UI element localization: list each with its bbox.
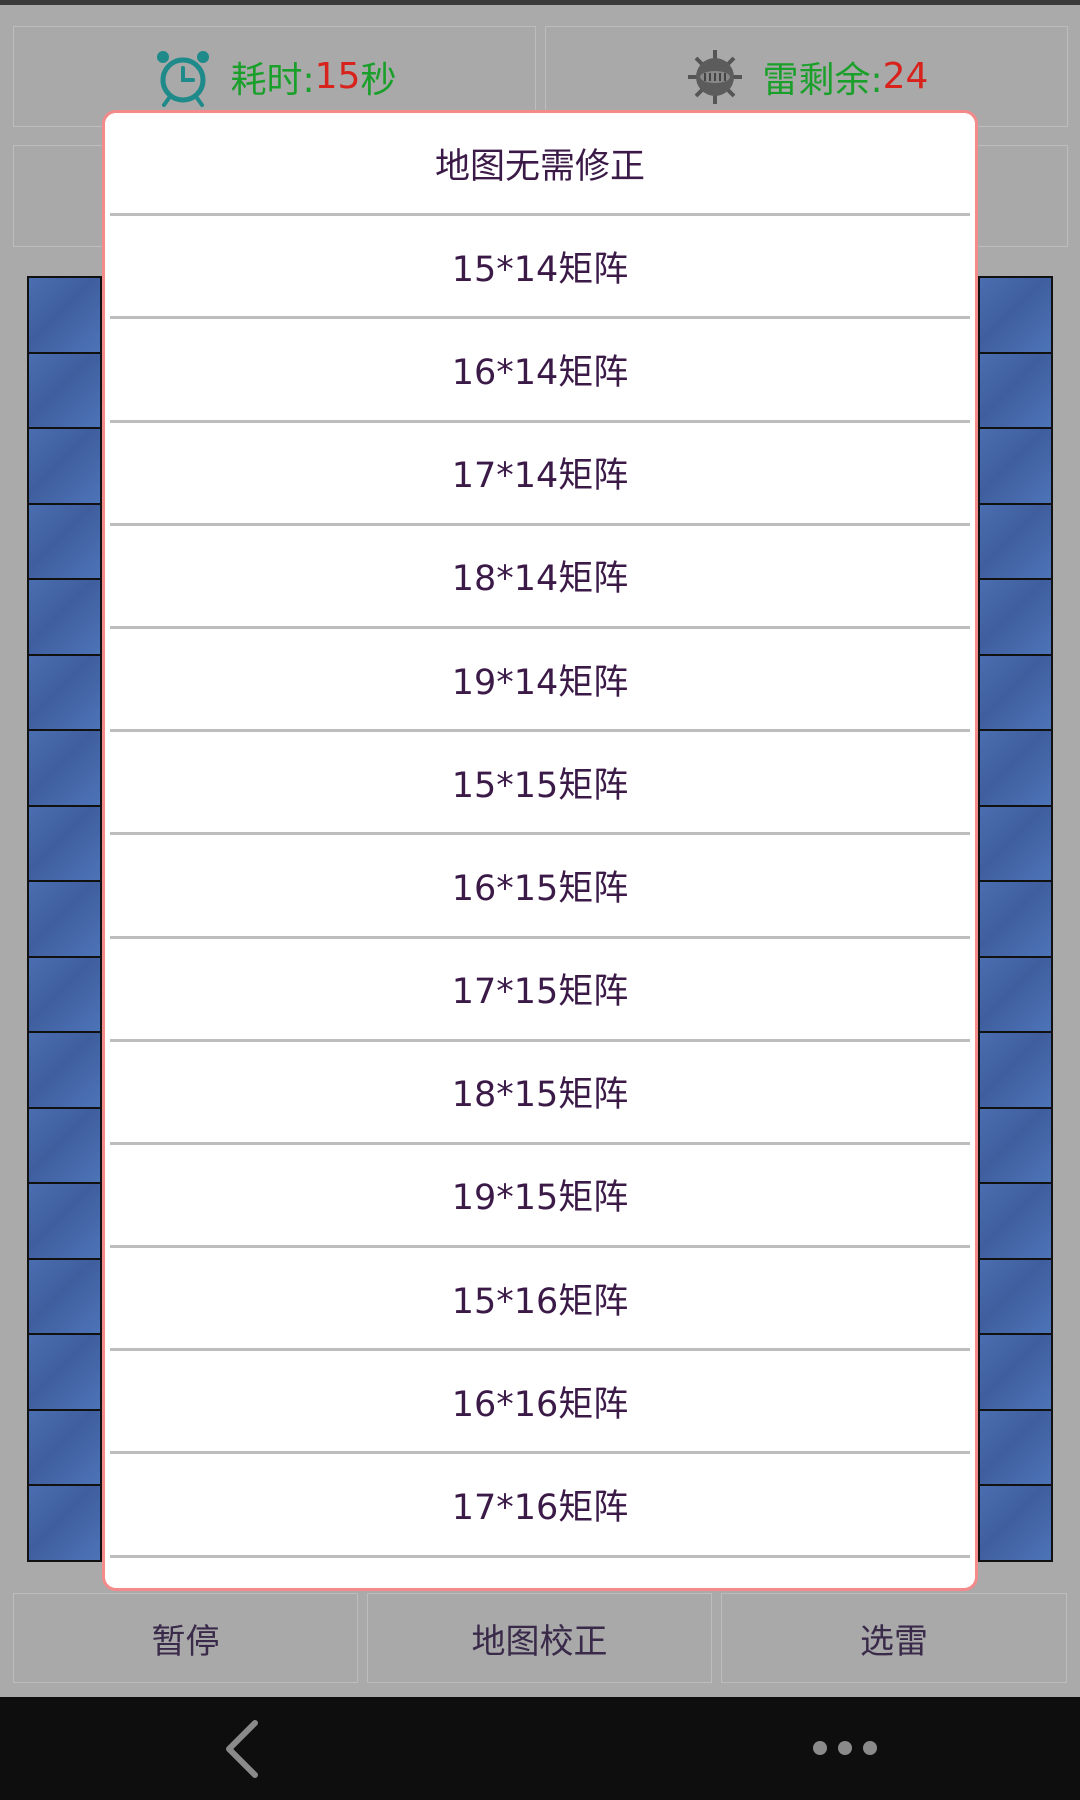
mine-cell[interactable]: [29, 806, 101, 881]
navigation-bar: [0, 1697, 1080, 1800]
option-matrix-size[interactable]: 16*16矩阵: [110, 1351, 970, 1455]
calibrate-map-button[interactable]: 地图校正: [367, 1593, 712, 1683]
more-dots-icon[interactable]: [810, 1735, 880, 1761]
status-bar: [0, 0, 1080, 5]
option-matrix-size[interactable]: 19*15矩阵: [110, 1145, 970, 1249]
mine-cell[interactable]: [29, 1335, 101, 1409]
mine-icon: [687, 49, 742, 104]
mine-cell[interactable]: [979, 957, 1051, 1032]
mine-cell[interactable]: [979, 731, 1051, 805]
mine-cell[interactable]: [979, 504, 1051, 579]
pause-button[interactable]: 暂停: [13, 1593, 358, 1683]
mine-cell[interactable]: [29, 429, 101, 503]
mine-cell[interactable]: [29, 731, 101, 805]
option-matrix-size[interactable]: 15*16矩阵: [110, 1248, 970, 1352]
timer-label: 耗时:: [230, 59, 315, 101]
timer-value: 15: [314, 56, 361, 97]
mines-label: 雷剩余:: [762, 59, 883, 101]
option-matrix-size[interactable]: 15*15矩阵: [110, 732, 970, 836]
mine-cell[interactable]: [979, 278, 1051, 352]
mine-cell[interactable]: [979, 882, 1051, 956]
option-matrix-size[interactable]: [110, 1558, 970, 1588]
back-chevron-icon[interactable]: [215, 1719, 275, 1779]
mine-cell[interactable]: [29, 1486, 101, 1560]
mine-cell[interactable]: [29, 1259, 101, 1334]
mine-cell[interactable]: [29, 957, 101, 1032]
mine-cell[interactable]: [979, 353, 1051, 428]
mine-cell[interactable]: [29, 504, 101, 579]
option-matrix-size[interactable]: 18*15矩阵: [110, 1042, 970, 1145]
option-matrix-size[interactable]: 18*14矩阵: [110, 526, 970, 629]
mine-cell[interactable]: [29, 353, 101, 428]
mine-cell[interactable]: [29, 882, 101, 956]
mine-cell[interactable]: [29, 1184, 101, 1258]
mine-cell[interactable]: [29, 1033, 101, 1107]
mine-cell[interactable]: [979, 429, 1051, 503]
mine-cell[interactable]: [979, 806, 1051, 881]
mine-cell[interactable]: [979, 580, 1051, 654]
mine-cell[interactable]: [29, 580, 101, 654]
mine-cell[interactable]: [29, 655, 101, 730]
option-matrix-size[interactable]: 15*14矩阵: [110, 216, 970, 320]
option-matrix-size[interactable]: 19*14矩阵: [110, 629, 970, 733]
option-matrix-size[interactable]: 16*14矩阵: [110, 319, 970, 423]
mine-cell[interactable]: [29, 1410, 101, 1485]
alarm-clock-icon: [156, 50, 209, 107]
mine-cell[interactable]: [29, 278, 101, 352]
option-no-correction[interactable]: 地图无需修正: [110, 113, 970, 217]
option-matrix-size[interactable]: 17*14矩阵: [110, 423, 970, 526]
mine-cell[interactable]: [979, 1259, 1051, 1334]
mine-cell[interactable]: [979, 1184, 1051, 1258]
mine-cell[interactable]: [979, 655, 1051, 730]
option-matrix-size[interactable]: 17*15矩阵: [110, 939, 970, 1042]
select-mine-button[interactable]: 选雷: [721, 1593, 1067, 1683]
mine-cell[interactable]: [29, 1108, 101, 1183]
mine-cell[interactable]: [979, 1486, 1051, 1560]
mine-cell[interactable]: [979, 1108, 1051, 1183]
map-size-dialog: 地图无需修正 15*14矩阵 16*14矩阵 17*14矩阵 18*14矩阵 19*14矩…: [102, 110, 978, 1591]
option-matrix-size[interactable]: 16*15矩阵: [110, 835, 970, 939]
mine-cell[interactable]: [979, 1335, 1051, 1409]
mine-cell[interactable]: [979, 1033, 1051, 1107]
mines-value: 24: [882, 56, 929, 97]
option-matrix-size[interactable]: 17*16矩阵: [110, 1454, 970, 1558]
timer-unit: 秒: [360, 59, 397, 101]
mine-cell[interactable]: [979, 1410, 1051, 1485]
